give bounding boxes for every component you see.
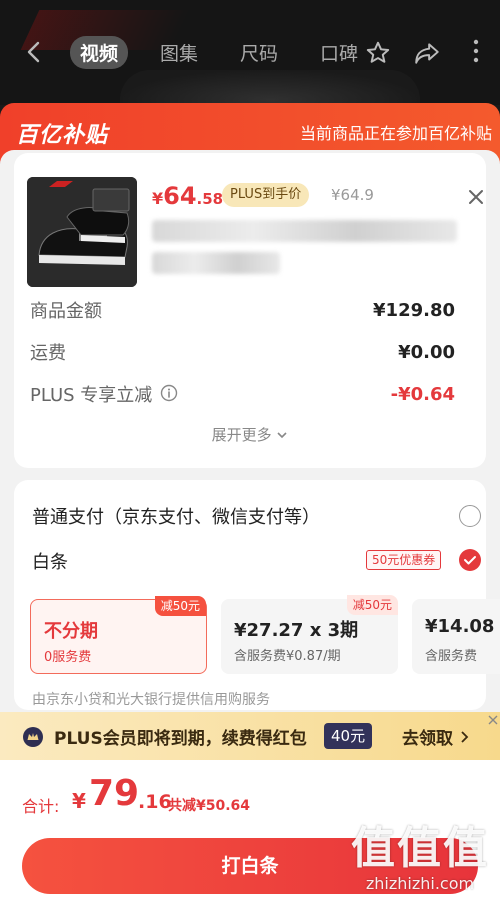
- media-tabs: 视频 图集 尺码 口碑: [70, 35, 390, 69]
- watermark-logo: 值值值: [351, 823, 489, 874]
- plan-title: ¥14.08: [425, 616, 495, 637]
- close-icon[interactable]: [465, 186, 487, 212]
- payment-option-baitiao[interactable]: 白条: [32, 548, 68, 574]
- chevron-down-icon: [276, 426, 288, 444]
- plan-title: ¥27.27 x 3期: [234, 620, 359, 641]
- discount-badge: 减50元: [154, 596, 206, 616]
- price-decimal: .58: [196, 190, 224, 208]
- watermark-url: zhizhizhi.com: [365, 874, 475, 893]
- plan-fee: 含服务费¥0.87/期: [234, 649, 341, 664]
- plus-price-badge: PLUS到手价: [222, 183, 310, 207]
- lender-note: 由京东小贷和光大银行提供信用购服务: [32, 692, 270, 708]
- plus-crown-icon: [22, 726, 44, 752]
- detail-value: ¥0.00: [398, 341, 455, 363]
- subsidy-note: 当前商品正在参加百亿补贴: [299, 124, 492, 143]
- total-label: 合计:: [22, 797, 60, 816]
- claim-label: 去领取: [402, 729, 453, 749]
- plus-renewal-text: PLUS会员即将到期，续费得红包: [54, 729, 307, 749]
- site-watermark: 值值值 zhizhizhi.com: [350, 812, 490, 893]
- product-header: 视频 图集 尺码 口碑: [0, 0, 500, 105]
- detail-value: -¥0.64: [390, 383, 455, 405]
- coupon-tag[interactable]: 50元优惠券: [366, 550, 442, 570]
- expand-more-label: 展开更多: [211, 426, 272, 444]
- original-price: ¥64.9: [331, 186, 374, 204]
- tab-gallery[interactable]: 图集: [150, 36, 208, 69]
- subsidy-price: ¥64.58: [152, 182, 223, 210]
- favorite-star-icon[interactable]: [365, 40, 391, 70]
- expand-more-button[interactable]: 展开更多: [0, 424, 500, 445]
- total-decimal: .16: [138, 791, 172, 813]
- payment-option-normal[interactable]: 普通支付（京东支付、微信支付等）: [32, 503, 320, 529]
- redacted-product-title-line2: [152, 252, 280, 274]
- detail-label: PLUS 专享立减: [30, 384, 153, 406]
- total-discount: 共减¥50.64: [168, 798, 251, 814]
- installment-plan-none[interactable]: 减50元 不分期 0服务费: [30, 596, 207, 674]
- product-image-background: [120, 70, 420, 105]
- plus-strip-close-icon[interactable]: [486, 712, 500, 731]
- plan-fee: 含服务费: [425, 649, 478, 664]
- installment-plan-6[interactable]: ¥14.08 含服务费: [412, 599, 500, 674]
- price-integer: 64: [163, 182, 197, 210]
- redacted-product-title-line1: [152, 220, 457, 242]
- plan-title: 不分期: [44, 621, 98, 642]
- price-symbol: ¥: [152, 189, 164, 208]
- info-icon[interactable]: [160, 384, 178, 407]
- detail-label: 商品金额: [30, 301, 102, 322]
- installment-plan-3[interactable]: 减50元 ¥27.27 x 3期 含服务费¥0.87/期: [221, 595, 398, 674]
- share-icon[interactable]: [413, 40, 441, 70]
- back-arrow-icon[interactable]: [22, 40, 46, 64]
- plus-renewal-banner[interactable]: PLUS会员即将到期，续费得红包 40元 去领取: [0, 712, 500, 760]
- claim-link[interactable]: 去领取: [402, 724, 469, 749]
- product-thumbnail: [27, 177, 137, 287]
- check-icon: [464, 556, 476, 565]
- chevron-right-icon: [459, 729, 469, 749]
- total-symbol: ¥: [72, 789, 86, 813]
- detail-row-goods-amount: 商品金额 ¥129.80: [30, 295, 455, 325]
- total-integer: 79: [89, 773, 140, 814]
- detail-row-shipping: 运费 ¥0.00: [30, 337, 455, 367]
- tab-reviews[interactable]: 口碑: [310, 36, 368, 69]
- detail-row-plus-discount: PLUS 专享立减 -¥0.64: [30, 379, 455, 409]
- detail-label: 运费: [30, 343, 66, 364]
- detail-label-group: PLUS 专享立减: [30, 381, 178, 408]
- more-options-icon[interactable]: [464, 38, 488, 72]
- subsidy-logo: 百亿补贴: [16, 123, 109, 148]
- radio-baitiao[interactable]: [459, 549, 481, 571]
- tab-size[interactable]: 尺码: [230, 36, 288, 69]
- detail-value: ¥129.80: [373, 299, 455, 321]
- red-packet-amount: 40元: [324, 723, 373, 749]
- discount-badge: 减50元: [346, 595, 398, 615]
- plan-fee: 0服务费: [44, 650, 92, 665]
- radio-normal-pay[interactable]: [459, 505, 481, 527]
- tab-video[interactable]: 视频: [70, 35, 129, 69]
